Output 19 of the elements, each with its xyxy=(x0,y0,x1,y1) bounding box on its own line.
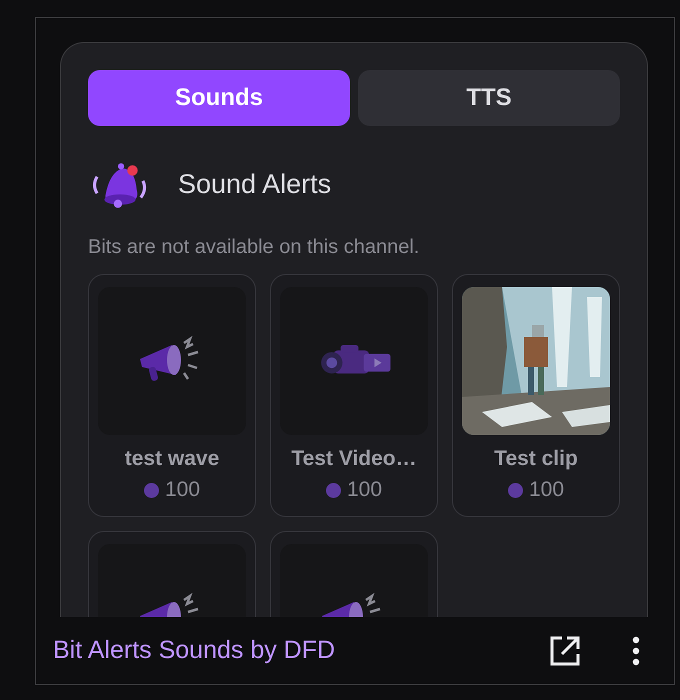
alert-name: Test clip xyxy=(494,447,578,471)
bits-icon xyxy=(326,482,341,498)
tab[interactable]: Sounds xyxy=(88,70,350,126)
tab[interactable]: TTS xyxy=(358,70,620,126)
price-text: 100 xyxy=(346,478,382,502)
price-text: 100 xyxy=(528,478,564,502)
price-text: 100 xyxy=(164,478,200,502)
alert-name: Test Video… xyxy=(291,447,417,471)
alert-card[interactable]: Test clip 100 xyxy=(452,274,620,517)
alert-name: test wave xyxy=(124,447,220,471)
extension-title: Bit Alerts Sounds by DFD xyxy=(53,636,336,665)
more-options-icon[interactable] xyxy=(632,636,640,666)
bits-icon xyxy=(508,482,523,498)
alert-card[interactable]: test wave 100 xyxy=(88,274,256,517)
external-link-icon[interactable] xyxy=(548,634,582,668)
alert-card[interactable]: Test Video… 100 xyxy=(270,274,438,517)
bits-icon xyxy=(144,482,159,498)
notice-text: Bits are not available on this channel. xyxy=(88,236,420,259)
app-title: Sound Alerts xyxy=(178,168,332,200)
